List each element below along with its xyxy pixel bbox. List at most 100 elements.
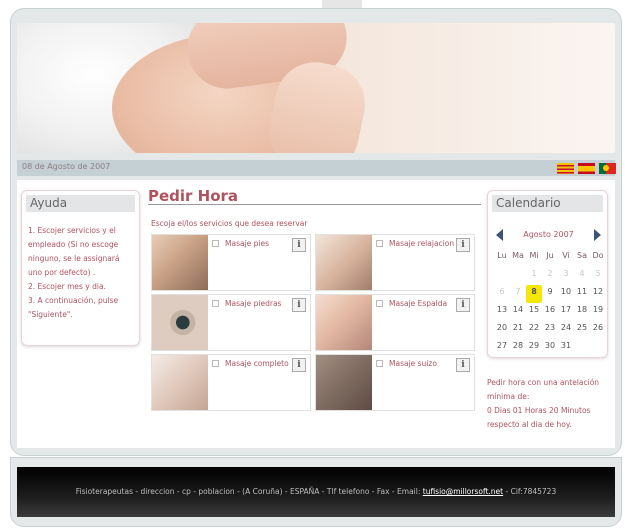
- calendar-day[interactable]: 30: [542, 339, 558, 357]
- catalan-flag-icon[interactable]: [557, 163, 574, 174]
- service-thumbnail: [152, 355, 208, 410]
- footer-email-link[interactable]: tufisio@millorsoft.net: [423, 487, 503, 496]
- info-icon[interactable]: i: [292, 298, 306, 312]
- calendar-day: 4: [579, 269, 585, 278]
- service-masaje-relajacion: Masaje relajacion i: [315, 234, 475, 291]
- service-thumbnail: [316, 355, 372, 410]
- header-banner-image: [17, 23, 615, 153]
- weekday-label: Mi: [529, 251, 539, 260]
- help-step-1: 1. Escojer servicios y el empleado (Si n…: [28, 226, 120, 277]
- info-icon[interactable]: i: [292, 238, 306, 252]
- calendar-day: [574, 339, 590, 357]
- service-masaje-espalda: Masaje Espalda i: [315, 294, 475, 351]
- calendar-day-today[interactable]: 8: [526, 285, 542, 303]
- calendar-day[interactable]: 26: [590, 321, 606, 339]
- footer-text: Fisioterapeutas - direccion - cp - pobla…: [17, 487, 615, 496]
- booking-notice-line: 0 Dias 01 Horas 20 Minutos: [487, 406, 591, 415]
- calendar-week-row: 27 28 29 30 31: [494, 339, 606, 357]
- info-icon[interactable]: i: [456, 358, 470, 372]
- calendar-day[interactable]: 20: [494, 321, 510, 339]
- help-step-2: 2. Escojer mes y dia.: [28, 282, 106, 291]
- calendar-day[interactable]: 29: [526, 339, 542, 357]
- calendar-day[interactable]: 15: [526, 303, 542, 321]
- service-thumbnail: [152, 295, 208, 350]
- calendar-day[interactable]: 28: [510, 339, 526, 357]
- top-decor-strip: [322, 0, 362, 8]
- calendar-day[interactable]: 19: [590, 303, 606, 321]
- calendar-day: [590, 339, 606, 357]
- weekday-label: Vi: [562, 251, 570, 260]
- service-checkbox[interactable]: [212, 240, 219, 247]
- help-title: Ayuda: [26, 195, 135, 212]
- help-step-3: 3. A continuación, pulse "Siguiente".: [28, 296, 119, 319]
- weekday-label: Ju: [546, 251, 554, 260]
- service-label: Masaje piedras: [225, 299, 282, 308]
- service-checkbox[interactable]: [376, 300, 383, 307]
- booking-notice: Pedir hora con una antelación mínima de:…: [487, 376, 612, 432]
- calendar-week-row: 20 21 22 23 24 25 26: [494, 321, 606, 339]
- calendar-day[interactable]: 11: [574, 285, 590, 303]
- calendar-day: [494, 267, 510, 285]
- calendar-day[interactable]: 31: [558, 339, 574, 357]
- next-month-arrow-icon[interactable]: [594, 229, 601, 241]
- service-masaje-piedras: Masaje piedras i: [151, 294, 311, 351]
- calendar-day[interactable]: 9: [542, 285, 558, 303]
- service-checkbox[interactable]: [212, 360, 219, 367]
- service-label: Masaje suizo: [389, 359, 437, 368]
- weekday-label: Lu: [497, 251, 507, 260]
- service-label: Masaje completo: [225, 359, 289, 368]
- calendar-day[interactable]: 12: [590, 285, 606, 303]
- calendar-day: 1: [531, 269, 537, 278]
- calendar-day[interactable]: 25: [574, 321, 590, 339]
- calendar-day[interactable]: 21: [510, 321, 526, 339]
- calendar-nav: Agosto 2007: [488, 228, 609, 242]
- calendar-day[interactable]: 22: [526, 321, 542, 339]
- booking-notice-line: Pedir hora con una antelación mínima de:: [487, 378, 600, 401]
- spain-flag-icon[interactable]: [578, 163, 595, 174]
- calendar-title: Calendario: [492, 195, 603, 212]
- calendar-day[interactable]: 27: [494, 339, 510, 357]
- service-checkbox[interactable]: [376, 240, 383, 247]
- help-panel: Ayuda 1. Escojer servicios y el empleado…: [21, 190, 140, 346]
- page-title: Pedir Hora: [148, 187, 239, 205]
- service-checkbox[interactable]: [376, 360, 383, 367]
- weekday-label: Do: [592, 251, 604, 260]
- calendar-day: 3: [563, 269, 569, 278]
- calendar-grid: Lu Ma Mi Ju Vi Sa Do 1 2 3 4 5 6 7 8 9 1…: [494, 249, 606, 357]
- calendar-day[interactable]: 24: [558, 321, 574, 339]
- calendar-day[interactable]: 17: [558, 303, 574, 321]
- calendar-day[interactable]: 13: [494, 303, 510, 321]
- service-thumbnail: [152, 235, 208, 290]
- weekday-label: Ma: [512, 251, 524, 260]
- footer-address: Fisioterapeutas - direccion - cp - pobla…: [75, 487, 423, 496]
- calendar-weekday-row: Lu Ma Mi Ju Vi Sa Do: [494, 249, 606, 267]
- calendar-day[interactable]: 16: [542, 303, 558, 321]
- calendar-day: 7: [515, 287, 521, 296]
- calendar-day: [510, 267, 526, 285]
- calendar-day[interactable]: 14: [510, 303, 526, 321]
- calendar-week-row: 13 14 15 16 17 18 19: [494, 303, 606, 321]
- calendar-month: Agosto 2007: [523, 230, 574, 239]
- service-checkbox[interactable]: [212, 300, 219, 307]
- calendar-day[interactable]: 10: [558, 285, 574, 303]
- services-instruction: Escoja el/los servicios que desea reserv…: [151, 219, 308, 228]
- service-masaje-pies: Masaje pies i: [151, 234, 311, 291]
- date-bar: 08 de Agosto de 2007: [17, 160, 616, 176]
- calendar-day[interactable]: 23: [542, 321, 558, 339]
- booking-notice-line: respecto al dia de hoy.: [487, 420, 572, 429]
- info-icon[interactable]: i: [456, 238, 470, 252]
- info-icon[interactable]: i: [456, 298, 470, 312]
- info-icon[interactable]: i: [292, 358, 306, 372]
- service-thumbnail: [316, 295, 372, 350]
- banner-background: [335, 23, 615, 153]
- calendar-week-row: 6 7 8 9 10 11 12: [494, 285, 606, 303]
- current-date: 08 de Agosto de 2007: [22, 162, 111, 171]
- portugal-flag-icon[interactable]: [599, 163, 616, 174]
- calendar-panel: Calendario Agosto 2007 Lu Ma Mi Ju Vi Sa…: [487, 190, 608, 358]
- service-label: Masaje relajacion: [389, 239, 455, 248]
- calendar-day[interactable]: 18: [574, 303, 590, 321]
- help-text: 1. Escojer servicios y el empleado (Si n…: [22, 216, 139, 330]
- calendar-day: 5: [595, 269, 601, 278]
- service-masaje-completo: Masaje completo i: [151, 354, 311, 411]
- footer-cif: - Cif:7845723: [503, 487, 557, 496]
